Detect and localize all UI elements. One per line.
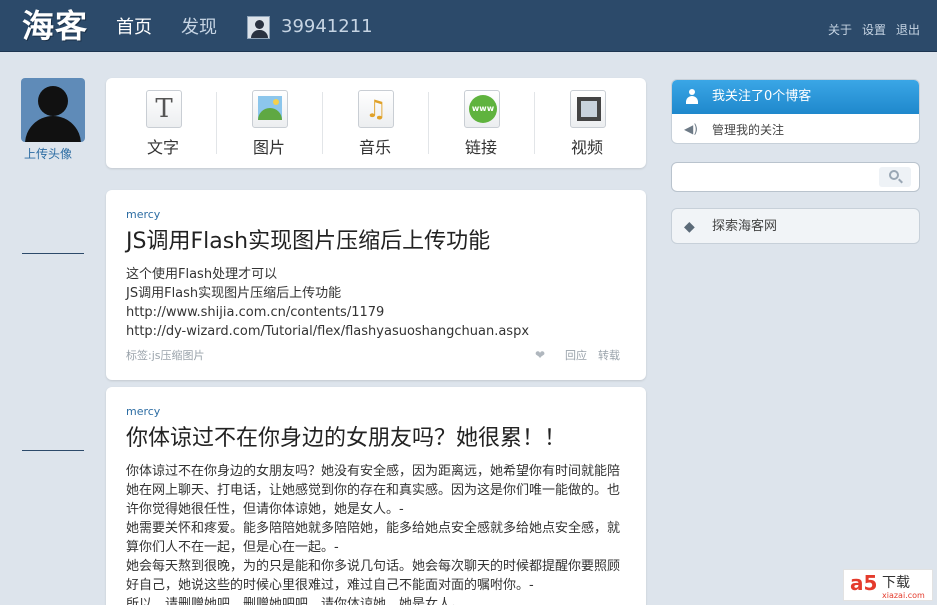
- watermark-logo: a5 下载 xiazai.com: [843, 569, 933, 601]
- video-icon: [570, 90, 606, 128]
- post-body-paragraph: 她需要关怀和疼爱。能多陪陪她就多陪陪她，能多给她点安全感就多给她点安全感，就算你…: [126, 521, 621, 555]
- user-avatar[interactable]: [21, 78, 85, 142]
- search-input[interactable]: [676, 167, 876, 187]
- post-card: mercy JS调用Flash实现图片压缩后上传功能 这个使用Flash处理才可…: [106, 190, 646, 380]
- post-author[interactable]: mercy: [126, 208, 160, 222]
- text-icon: T: [146, 90, 182, 128]
- post-body: 你体谅过不在你身边的女朋友吗？她没有安全感，因为距离远，她希望你有时间就能陪她在…: [126, 462, 626, 605]
- upload-avatar-link[interactable]: 上传头像: [24, 146, 72, 162]
- post-type-link[interactable]: www 链接: [428, 78, 534, 168]
- nav-discover[interactable]: 发现: [181, 16, 217, 40]
- logout-link[interactable]: 退出: [896, 22, 920, 38]
- post-type-label: 文字: [146, 138, 179, 157]
- divider: [22, 253, 84, 254]
- post-body-link[interactable]: http://dy-wizard.com/Tutorial/flex/flash…: [126, 322, 626, 341]
- manage-following-link[interactable]: 管理我的关注: [712, 122, 784, 138]
- post-author[interactable]: mercy: [126, 405, 160, 419]
- watermark-text: 下载: [882, 575, 910, 591]
- watermark-a5: a5: [850, 571, 878, 595]
- post-title[interactable]: JS调用Flash实现图片压缩后上传功能: [126, 227, 490, 257]
- heart-icon[interactable]: ❤: [535, 347, 545, 363]
- about-link[interactable]: 关于: [828, 22, 852, 38]
- tag-icon: ◆: [684, 219, 695, 235]
- search-button[interactable]: [879, 167, 911, 187]
- following-panel: 我关注了0个博客 ◀) 管理我的关注: [671, 79, 920, 144]
- post-body-paragraph: 你体谅过不在你身边的女朋友吗？她没有安全感，因为距离远，她希望你有时间就能陪她在…: [126, 464, 621, 517]
- divider: [22, 450, 84, 451]
- repost-button[interactable]: 转载: [598, 348, 620, 364]
- settings-link[interactable]: 设置: [862, 22, 886, 38]
- link-icon: www: [464, 90, 500, 128]
- post-body: 这个使用Flash处理才可以 JS调用Flash实现图片压缩后上传功能 http…: [126, 265, 626, 341]
- post-type-label: 图片: [252, 138, 285, 157]
- watermark-site: xiazai.com: [882, 591, 925, 600]
- post-card: mercy 你体谅过不在你身边的女朋友吗？她很累！！ 你体谅过不在你身边的女朋友…: [106, 387, 646, 605]
- post-type-label: 链接: [464, 138, 497, 157]
- user-avatar-small[interactable]: [247, 16, 270, 39]
- post-body-paragraph: 她会每天熬到很晚，为的只是能和你多说几句话。她会每次聊天的时候都提醒你要照顾好自…: [126, 559, 621, 593]
- person-icon: [686, 89, 698, 104]
- post-body-line: JS调用Flash实现图片压缩后上传功能: [126, 286, 342, 301]
- post-type-picture[interactable]: 图片: [216, 78, 322, 168]
- post-body-line: 这个使用Flash处理才可以: [126, 267, 278, 282]
- post-type-music[interactable]: ♫ 音乐: [322, 78, 428, 168]
- post-type-video[interactable]: 视频: [534, 78, 640, 168]
- post-type-label: 视频: [570, 138, 603, 157]
- post-body-link[interactable]: http://www.shijia.com.cn/contents/1179: [126, 303, 626, 322]
- nav-home[interactable]: 首页: [116, 16, 152, 40]
- user-id[interactable]: 39941211: [281, 15, 373, 39]
- following-count-button[interactable]: 我关注了0个博客: [672, 80, 919, 114]
- site-logo[interactable]: 海客: [22, 6, 88, 46]
- post-tags[interactable]: 标签:js压缩图片: [126, 348, 205, 364]
- explore-button[interactable]: ◆ 探索海客网: [671, 208, 920, 244]
- post-body-paragraph: 所以，请删赠她吧，删赠她吧吧，请你体谅她，她是女人。: [126, 597, 465, 605]
- top-navigation-bar: 海客 首页 发现 39941211 关于 设置 退出: [0, 0, 937, 52]
- search-box: [671, 162, 920, 192]
- post-type-text[interactable]: T 文字: [110, 78, 216, 168]
- post-type-label: 音乐: [358, 138, 391, 157]
- following-count: 我关注了0个博客: [712, 89, 812, 104]
- music-icon: ♫: [358, 90, 394, 128]
- post-title[interactable]: 你体谅过不在你身边的女朋友吗？她很累！！: [126, 424, 566, 454]
- reply-button[interactable]: 回应: [565, 348, 587, 364]
- post-type-selector: T 文字 图片 ♫ 音乐 www 链接 视频: [106, 78, 646, 168]
- speaker-icon: ◀): [684, 122, 698, 136]
- explore-label: 探索海客网: [712, 219, 778, 234]
- picture-icon: [252, 90, 288, 128]
